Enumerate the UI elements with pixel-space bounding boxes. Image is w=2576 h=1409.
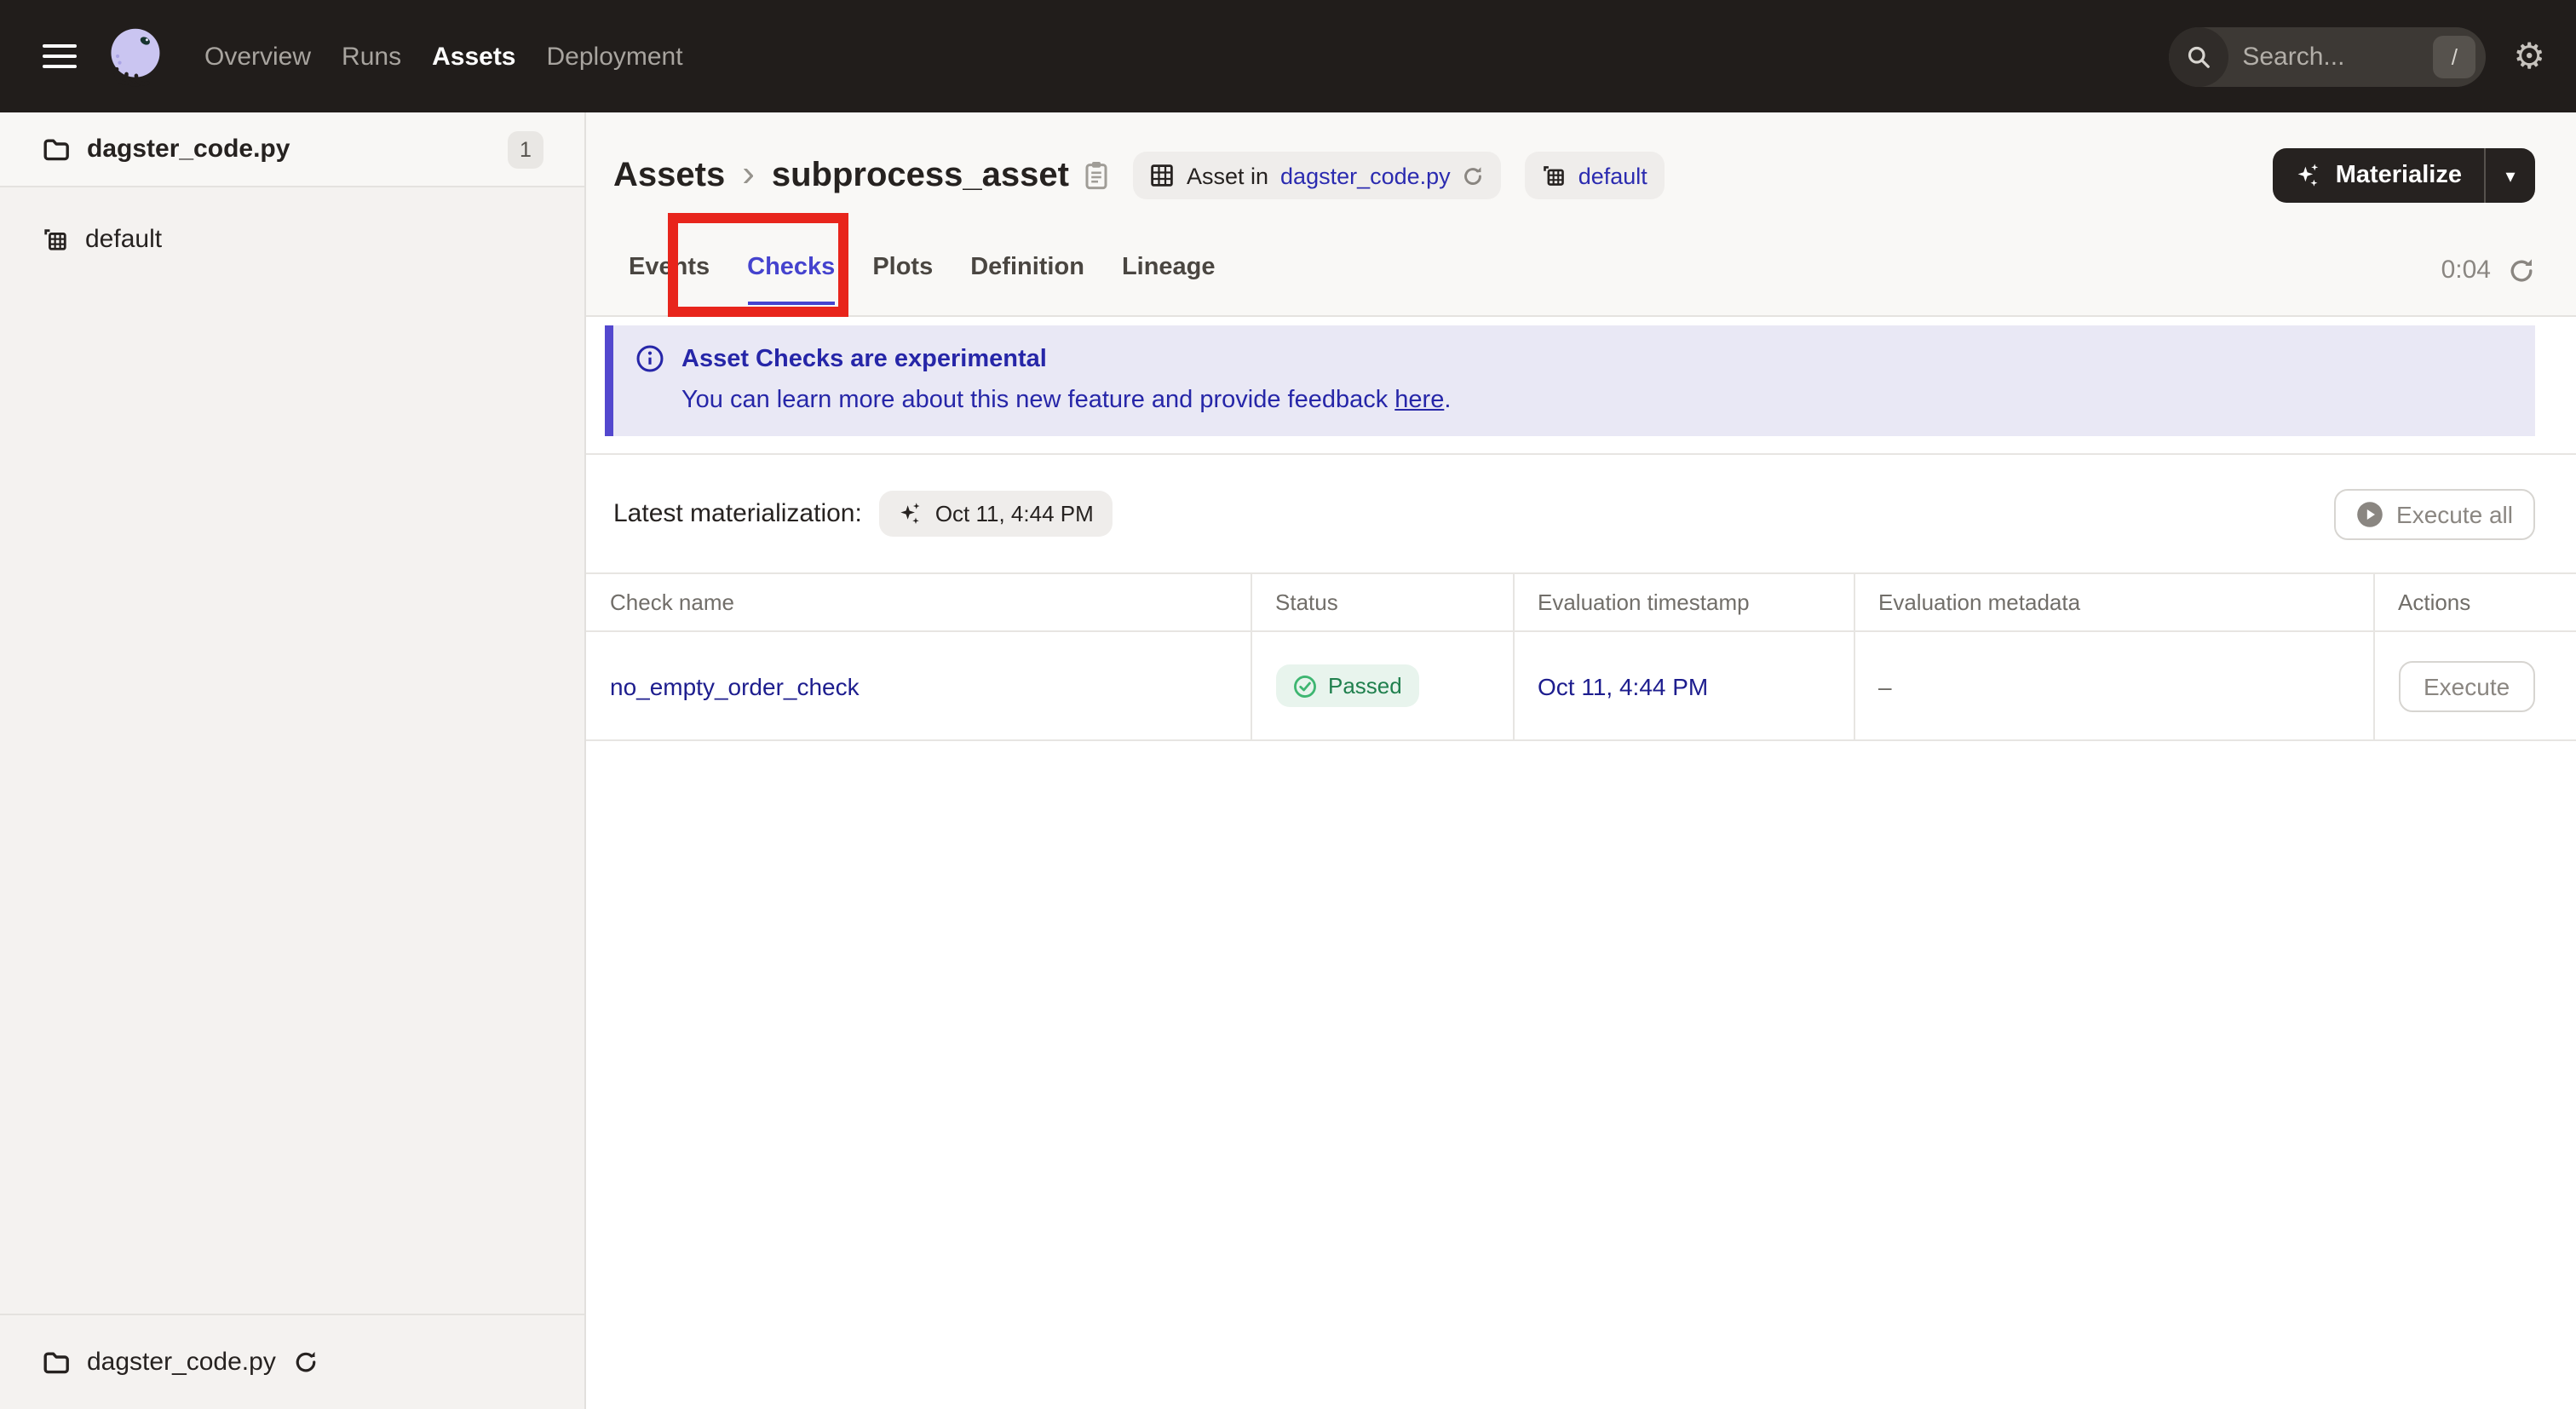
checks-table: Check name Status Evaluation timestamp E…	[586, 572, 2576, 741]
info-icon	[636, 345, 664, 372]
nav-item-assets[interactable]: Assets	[432, 42, 515, 71]
sidebar-item-code-location[interactable]: dagster_code.py 1	[0, 112, 584, 187]
refresh-icon[interactable]	[2508, 256, 2535, 284]
breadcrumb: Assets › subprocess_asset Asset in dagst…	[586, 112, 2576, 239]
asset-location-chip: Asset in dagster_code.py	[1133, 152, 1502, 199]
tab-lineage[interactable]: Lineage	[1122, 239, 1216, 305]
asset-tabs: Events Checks Plots Definition Lineage 0…	[586, 239, 2576, 315]
dagster-app: Overview Runs Assets Deployment / ⚙	[0, 0, 2576, 1409]
latest-materialization-row: Latest materialization: Oct 11, 4:44 PM	[586, 455, 2576, 572]
materialize-label: Materialize	[2335, 162, 2462, 189]
folder-icon	[43, 137, 70, 161]
refresh-timer: 0:04	[2441, 256, 2491, 285]
latest-materialization-chip[interactable]: Oct 11, 4:44 PM	[878, 491, 1113, 537]
search-icon	[2169, 26, 2229, 86]
asset-grid-icon	[1152, 164, 1174, 187]
chevron-right-icon: ›	[742, 151, 755, 193]
dagster-logo-icon[interactable]	[102, 24, 167, 89]
status-badge: Passed	[1275, 664, 1419, 707]
sidebar-code-location-footer[interactable]: dagster_code.py	[0, 1314, 584, 1409]
banner-title: Asset Checks are experimental	[681, 345, 1047, 372]
feedback-link[interactable]: here	[1394, 387, 1444, 414]
execute-all-button[interactable]: Execute all	[2333, 488, 2535, 539]
main-content: Assets › subprocess_asset Asset in dagst…	[586, 112, 2576, 1409]
table-row: no_empty_order_check Passed Oct 11, 4:44…	[586, 631, 2576, 741]
search-input[interactable]	[2228, 42, 2434, 71]
reload-icon[interactable]	[293, 1349, 319, 1375]
asset-header: Assets › subprocess_asset Asset in dagst…	[586, 112, 2576, 317]
tab-definition[interactable]: Definition	[970, 239, 1084, 305]
latest-materialization-label: Latest materialization:	[613, 499, 862, 528]
latest-materialization-timestamp: Oct 11, 4:44 PM	[934, 501, 1094, 526]
sidebar-item-label: dagster_code.py	[87, 1348, 276, 1377]
table-header-row: Check name Status Evaluation timestamp E…	[586, 572, 2576, 632]
asset-chip-prefix: Asset in	[1186, 163, 1269, 188]
group-link[interactable]: default	[1578, 163, 1647, 188]
global-search[interactable]: /	[2169, 26, 2487, 86]
nav-item-overview[interactable]: Overview	[204, 42, 311, 71]
asset-sidebar: dagster_code.py 1 default dagster_code.p…	[0, 112, 586, 1409]
top-nav-bar: Overview Runs Assets Deployment / ⚙	[0, 0, 2576, 112]
sidebar-item-label: dagster_code.py	[87, 135, 290, 164]
settings-gear-icon[interactable]: ⚙	[2513, 38, 2545, 74]
sidebar-item-group-default[interactable]: default	[0, 208, 584, 269]
col-check-name: Check name	[586, 572, 1251, 632]
copy-asset-name-icon[interactable]	[1084, 160, 1110, 191]
col-evaluation-metadata: Evaluation metadata	[1854, 572, 2374, 632]
asset-group-icon	[43, 226, 68, 251]
breadcrumb-assets-link[interactable]: Assets	[613, 156, 725, 195]
asset-group-icon	[1544, 166, 1565, 186]
tab-plots[interactable]: Plots	[872, 239, 933, 305]
col-evaluation-timestamp: Evaluation timestamp	[1513, 572, 1854, 632]
page-title: subprocess_asset	[771, 156, 1069, 193]
materialize-button[interactable]: Materialize	[2273, 148, 2484, 203]
asset-count-badge: 1	[508, 130, 543, 168]
nav-item-deployment[interactable]: Deployment	[547, 42, 683, 71]
sparkle-icon	[900, 503, 920, 524]
col-actions: Actions	[2373, 572, 2576, 632]
execute-all-label: Execute all	[2396, 500, 2513, 527]
experimental-banner: Asset Checks are experimental You can le…	[605, 325, 2535, 436]
primary-nav: Overview Runs Assets Deployment	[204, 42, 683, 71]
materialize-dropdown-caret[interactable]: ▾	[2486, 148, 2535, 203]
tab-events[interactable]: Events	[629, 239, 710, 305]
asset-group-chip: default	[1525, 152, 1665, 199]
hamburger-menu-icon[interactable]	[43, 43, 77, 69]
checks-tab-content: Asset Checks are experimental You can le…	[586, 317, 2576, 1409]
play-circle-icon	[2356, 501, 2382, 526]
tab-checks[interactable]: Checks	[747, 239, 836, 305]
nav-item-runs[interactable]: Runs	[342, 42, 401, 71]
search-shortcut-badge: /	[2433, 35, 2476, 78]
reload-icon[interactable]	[1463, 164, 1485, 187]
materialize-split-button: Materialize ▾	[2272, 148, 2535, 203]
banner-body: You can learn more about this new featur…	[681, 387, 2511, 414]
check-name-link[interactable]: no_empty_order_check	[610, 672, 860, 699]
banner-body-text: You can learn more about this new featur…	[681, 387, 1395, 414]
col-status: Status	[1251, 572, 1514, 632]
code-location-link[interactable]: dagster_code.py	[1280, 163, 1451, 188]
execute-label: Execute	[2424, 672, 2510, 699]
sparkle-icon	[2297, 164, 2318, 187]
check-circle-icon	[1293, 675, 1315, 697]
banner-period: .	[1444, 387, 1452, 414]
execute-button[interactable]: Execute	[2398, 660, 2536, 711]
evaluation-timestamp-link[interactable]: Oct 11, 4:44 PM	[1538, 672, 1708, 699]
status-label: Passed	[1328, 673, 1402, 699]
sidebar-item-label: default	[85, 224, 163, 253]
evaluation-metadata-value: –	[1878, 672, 1892, 699]
folder-icon	[43, 1350, 70, 1374]
